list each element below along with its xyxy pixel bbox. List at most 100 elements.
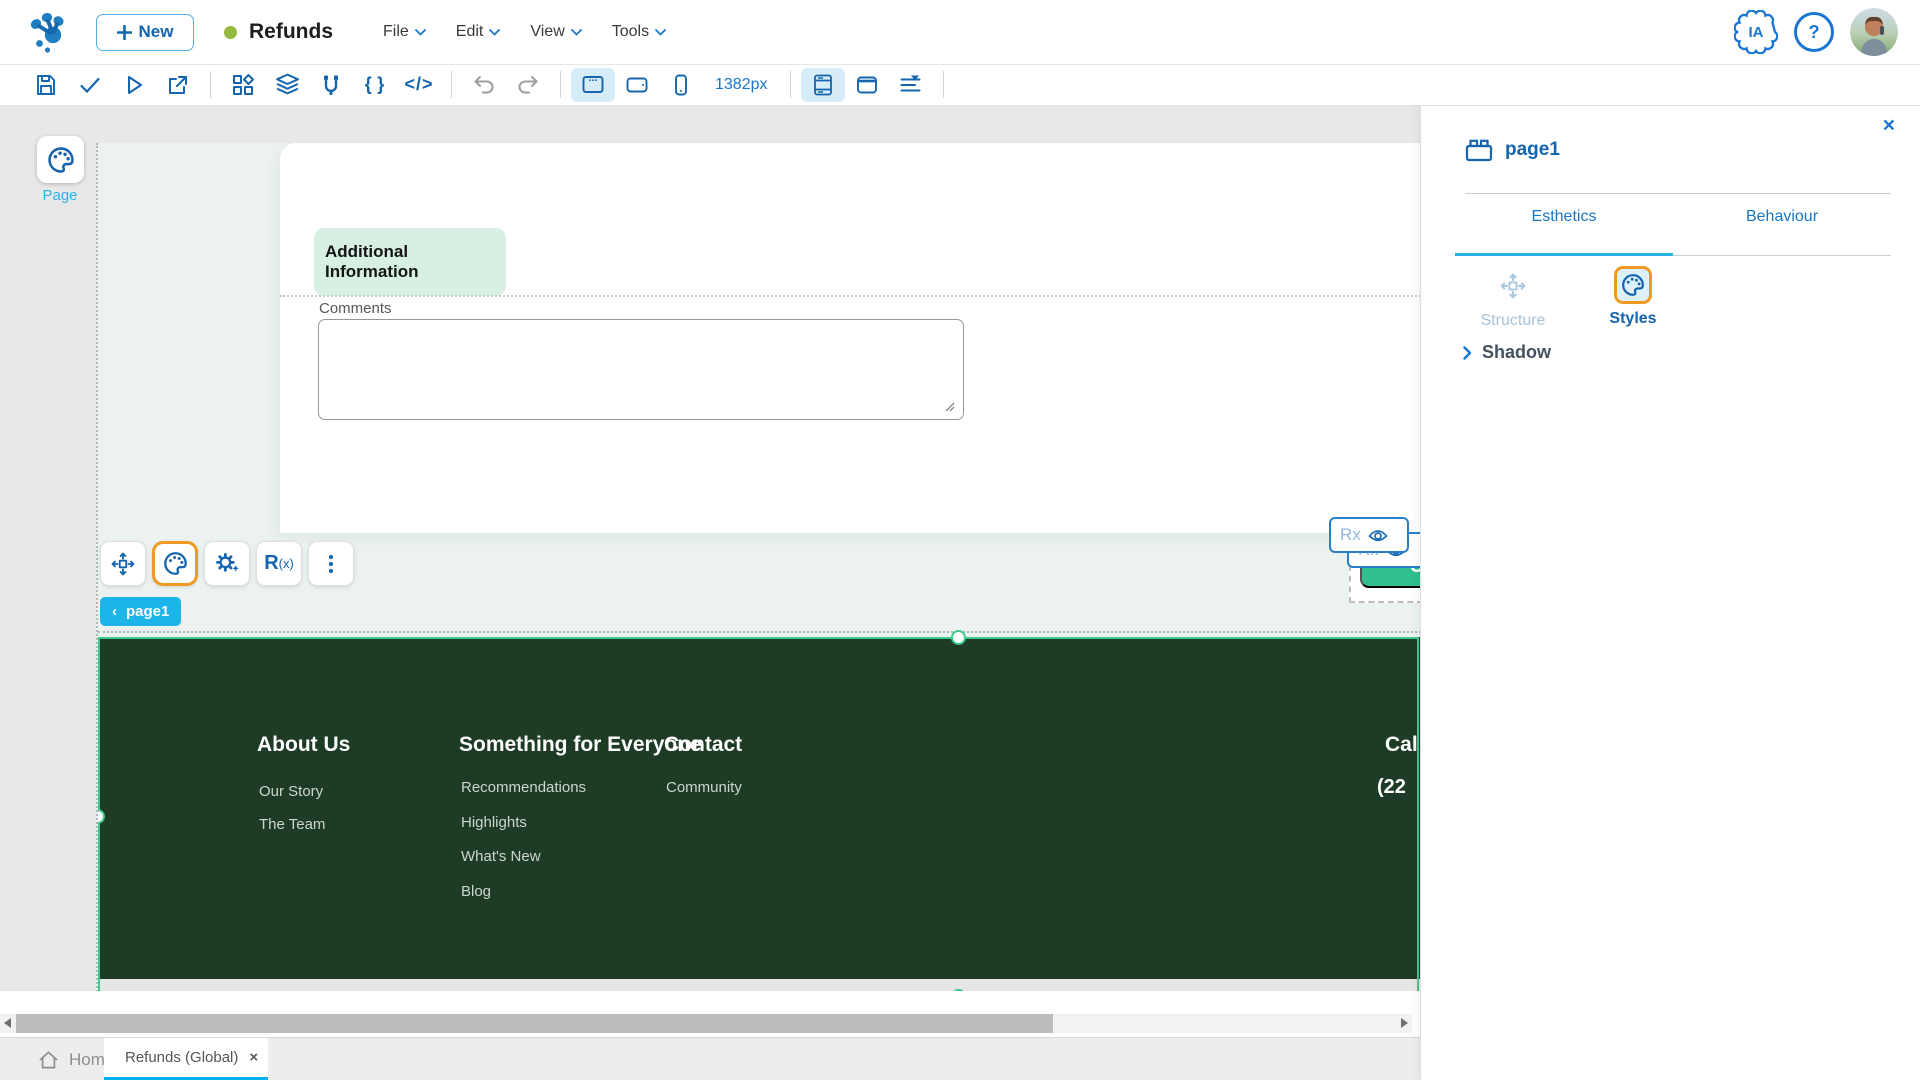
structure-tool[interactable]: Structure: [1465, 266, 1561, 330]
toolbar-separator: [560, 71, 561, 98]
undo-button[interactable]: [462, 68, 506, 102]
textarea-resize-grip[interactable]: [944, 401, 955, 412]
new-button-label: New: [138, 22, 174, 41]
footer-phone: (22: [1377, 776, 1406, 798]
panel-tools: Structure Styles: [1465, 266, 1681, 330]
footer-link[interactable]: Community: [666, 779, 742, 796]
connector-button[interactable]: [309, 68, 353, 102]
save-button[interactable]: [24, 68, 68, 102]
plus-icon: [116, 24, 132, 40]
chevron-right-icon: [1463, 345, 1472, 360]
move-widget-button[interactable]: [100, 541, 146, 586]
ia-badge-label: IA: [1748, 23, 1764, 41]
mobile-view-button[interactable]: [659, 68, 703, 102]
app-logo-icon[interactable]: [26, 9, 72, 55]
panel-tabs: Esthetics Behaviour: [1455, 208, 1891, 226]
canvas-bottom-strip: [98, 979, 1421, 991]
palette-icon: [163, 552, 187, 575]
section-header-widget[interactable]: Additional Information: [314, 228, 506, 296]
validate-button[interactable]: [68, 68, 112, 102]
panel-close-icon[interactable]: ×: [1883, 114, 1895, 138]
toolbar-separator: [451, 71, 452, 98]
more-options-button[interactable]: [308, 541, 354, 586]
panel-title: page1: [1505, 139, 1560, 160]
document-tab-bar: Home Refunds (Global) ×: [0, 1037, 1420, 1080]
scroll-left-arrow[interactable]: [4, 1018, 11, 1028]
footer-link[interactable]: Highlights: [461, 814, 527, 831]
kebab-icon: [329, 554, 333, 573]
footer-widget[interactable]: About Us Our Story The Team Something fo…: [98, 637, 1421, 979]
new-button[interactable]: New: [96, 13, 194, 51]
comments-input[interactable]: [318, 319, 964, 420]
chevron-left-icon: ‹: [112, 603, 117, 620]
footer-link[interactable]: Blog: [461, 883, 491, 900]
parent-breadcrumb-chip[interactable]: ‹ page1: [100, 597, 182, 626]
app-title: Refunds: [249, 20, 333, 43]
footer-link[interactable]: What's New: [461, 848, 541, 865]
page-layout-button[interactable]: [800, 67, 845, 102]
widget-toolbar: R (x): [100, 541, 354, 586]
chevron-down-icon: [414, 28, 426, 36]
active-tab-underline: [1455, 253, 1673, 256]
page-styles-fab[interactable]: [37, 136, 84, 183]
braces-button[interactable]: { }: [353, 68, 397, 102]
menu-view[interactable]: View: [530, 23, 582, 41]
menu-tools[interactable]: Tools: [612, 23, 667, 41]
active-document-tab[interactable]: Refunds (Global) ×: [104, 1038, 268, 1080]
ia-badge[interactable]: IA: [1734, 10, 1778, 54]
header-layout-button[interactable]: [845, 68, 889, 102]
settings-widget-button[interactable]: [204, 541, 250, 586]
properties-panel: × page1 Esthetics Behaviour Structure St…: [1420, 106, 1920, 1080]
breadcrumb-label: page1: [126, 603, 170, 620]
footer-link[interactable]: The Team: [259, 816, 325, 833]
app-status-dot: [224, 25, 237, 39]
home-icon: [39, 1051, 58, 1068]
widgets-button[interactable]: [221, 68, 265, 102]
footer-link[interactable]: Our Story: [259, 783, 323, 800]
menu-bar: File Edit View Tools: [383, 23, 667, 41]
styles-label: Styles: [1609, 310, 1657, 327]
help-icon[interactable]: ?: [1794, 12, 1834, 52]
tablet-view-button[interactable]: [615, 68, 659, 102]
gear-sparkle-icon: [216, 552, 239, 572]
eye-icon: [1368, 529, 1388, 541]
panel-title-row: page1: [1465, 138, 1560, 162]
section-header-label: Additional Information: [325, 242, 419, 281]
comments-field-label: Comments: [319, 300, 392, 317]
align-settings-button[interactable]: [889, 68, 933, 102]
shadow-section-header[interactable]: Shadow: [1463, 342, 1551, 363]
layers-button[interactable]: [265, 68, 309, 102]
horizontal-scrollbar[interactable]: [0, 1014, 1412, 1033]
resize-handle-top[interactable]: [951, 630, 966, 645]
chevron-down-icon: [655, 28, 667, 36]
viewport-width-value[interactable]: 1382px: [715, 76, 768, 94]
structure-icon: [1500, 273, 1526, 299]
user-avatar[interactable]: [1850, 8, 1898, 56]
shadow-section-label: Shadow: [1482, 342, 1552, 362]
scrollbar-thumb[interactable]: [16, 1014, 1053, 1033]
run-button[interactable]: [112, 68, 156, 102]
scroll-right-arrow[interactable]: [1401, 1018, 1408, 1028]
page-brick-icon: [1465, 139, 1493, 162]
styles-tool[interactable]: Styles: [1585, 266, 1681, 330]
tab-esthetics[interactable]: Esthetics: [1455, 208, 1673, 226]
active-tab-label: Refunds (Global): [125, 1049, 239, 1066]
structure-label: Structure: [1480, 312, 1546, 329]
desktop-view-button[interactable]: [571, 67, 615, 102]
close-tab-icon[interactable]: ×: [249, 1049, 258, 1066]
publish-button[interactable]: [156, 68, 200, 102]
topbar-right: IA ?: [1734, 0, 1898, 64]
rx-visibility-chip[interactable]: Rx: [1329, 517, 1409, 553]
redo-button[interactable]: [506, 68, 550, 102]
home-tab[interactable]: Home: [38, 1038, 114, 1080]
menu-file[interactable]: File: [383, 23, 426, 41]
styles-icon-box: [1614, 266, 1652, 304]
design-canvas[interactable]: Additional Information Comments Rx Rx Cr…: [96, 143, 1421, 996]
code-button[interactable]: </>: [397, 68, 441, 102]
toolbar-separator: [942, 71, 944, 98]
menu-edit[interactable]: Edit: [456, 23, 501, 41]
footer-link[interactable]: Recommendations: [461, 779, 586, 796]
formula-widget-button[interactable]: R (x): [256, 541, 302, 586]
styles-widget-button[interactable]: [152, 541, 198, 586]
tab-behaviour[interactable]: Behaviour: [1673, 208, 1891, 226]
